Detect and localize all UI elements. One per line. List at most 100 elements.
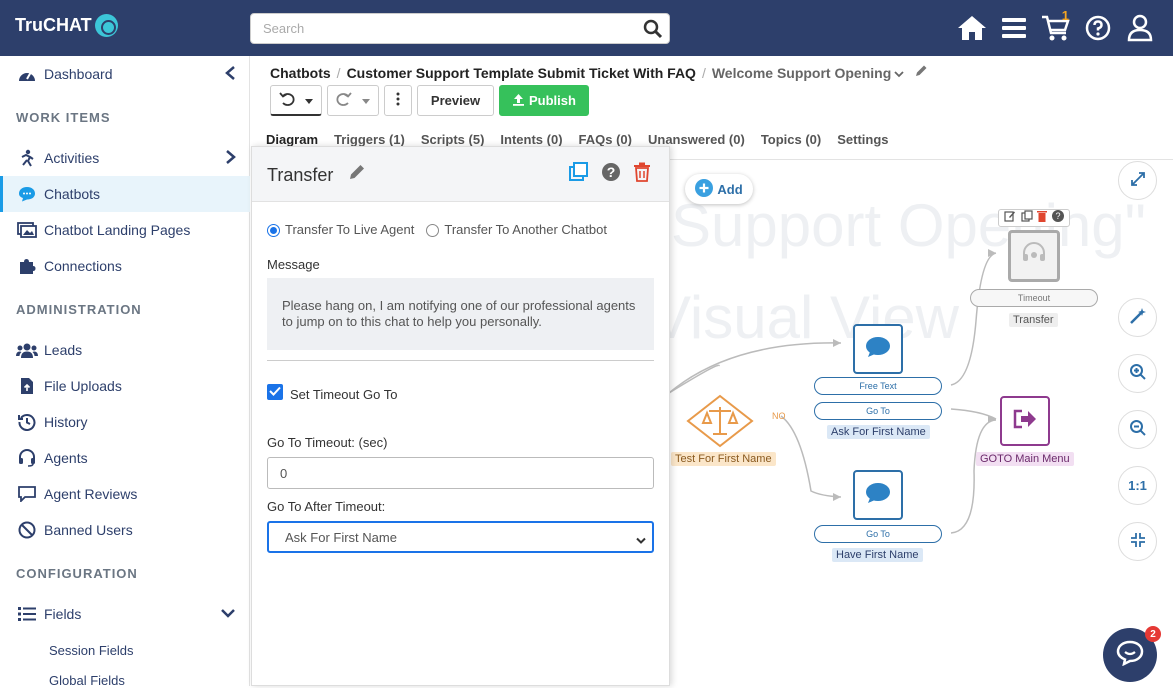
undo-button[interactable]	[270, 85, 322, 116]
search-icon[interactable]	[643, 19, 663, 44]
ask-first-name-label: Ask For First Name	[827, 425, 930, 439]
more-options-button[interactable]	[384, 85, 412, 116]
sidebar-item-activities[interactable]: Activities	[0, 140, 250, 176]
trash-icon[interactable]	[633, 162, 651, 187]
top-bar: TruCHAT 1	[0, 0, 1173, 56]
sidebar-item-banned-users[interactable]: Banned Users	[0, 512, 250, 548]
sidebar: Dashboard WORK ITEMS Activities Chatbots…	[0, 56, 250, 688]
transfer-node[interactable]	[1008, 230, 1060, 282]
reset-zoom-button[interactable]: 1:1	[1118, 466, 1157, 505]
publish-label: Publish	[529, 93, 576, 108]
help-icon[interactable]	[1083, 12, 1113, 44]
sidebar-subitem-session-fields[interactable]: Session Fields	[49, 643, 134, 658]
ask-first-name-node[interactable]	[853, 324, 903, 374]
zoom-controls	[1118, 161, 1157, 200]
vertical-dots-icon	[396, 92, 400, 109]
timeout-pill[interactable]: Timeout	[970, 289, 1098, 307]
trash-icon[interactable]	[1037, 209, 1048, 227]
after-timeout-value: Ask For First Name	[285, 529, 397, 545]
after-timeout-select[interactable]: Ask For First Name	[267, 521, 654, 553]
fullscreen-button[interactable]	[1118, 161, 1157, 200]
sidebar-label: Leads	[44, 342, 83, 358]
chat-bubbles-icon	[1116, 640, 1144, 671]
test-first-name-node[interactable]	[685, 393, 755, 449]
user-icon[interactable]	[1125, 12, 1155, 44]
edit-pencil-icon[interactable]	[914, 64, 928, 81]
toolbar: Preview Publish	[270, 85, 589, 116]
magic-wand-button[interactable]	[1118, 298, 1157, 337]
transfer-panel: Transfer ? Transfer To Live Agent Transf…	[251, 146, 670, 686]
chat-bubble-icon	[865, 336, 891, 363]
breadcrumb: Chatbots / Customer Support Template Sub…	[270, 64, 928, 81]
goto-main-menu-label: GOTO Main Menu	[976, 452, 1074, 466]
sidebar-item-dashboard[interactable]: Dashboard	[0, 56, 250, 92]
chevron-down-icon[interactable]	[220, 606, 236, 622]
users-icon	[16, 339, 38, 361]
breadcrumb-current[interactable]: Welcome Support Opening	[712, 65, 891, 81]
tab-topics[interactable]: Topics (0)	[761, 132, 821, 157]
sidebar-label: History	[44, 414, 88, 430]
zoom-in-button[interactable]	[1118, 354, 1157, 393]
duplicate-icon[interactable]	[569, 162, 589, 187]
sidebar-item-chatbot-landing-pages[interactable]: Chatbot Landing Pages	[0, 212, 250, 248]
collapse-chevron-icon[interactable]	[224, 65, 236, 84]
radio-label: Transfer To Another Chatbot	[444, 222, 607, 237]
preview-button[interactable]: Preview	[417, 85, 494, 116]
breadcrumb-separator: /	[336, 64, 341, 81]
sidebar-label: Fields	[44, 606, 82, 622]
breadcrumb-root[interactable]: Chatbots	[270, 65, 331, 81]
sidebar-item-chatbots[interactable]: Chatbots	[0, 176, 250, 212]
sidebar-item-connections[interactable]: Connections	[0, 248, 250, 284]
chat-notification-badge: 2	[1145, 626, 1161, 642]
redo-dropdown-icon[interactable]	[362, 93, 370, 108]
sidebar-item-file-uploads[interactable]: File Uploads	[0, 368, 250, 404]
zoom-out-button[interactable]	[1118, 410, 1157, 449]
sidebar-item-history[interactable]: History	[0, 404, 250, 440]
undo-icon	[279, 91, 295, 109]
logo-text: TruCHAT	[15, 15, 92, 35]
breadcrumb-bot[interactable]: Customer Support Template Submit Ticket …	[347, 65, 696, 81]
caret-down-icon[interactable]	[894, 65, 904, 81]
add-node-button[interactable]: Add	[685, 174, 753, 204]
magic-wand-icon	[1129, 307, 1147, 328]
panel-header: Transfer ?	[252, 147, 669, 202]
headset-icon	[1021, 241, 1047, 271]
fit-screen-button[interactable]	[1118, 522, 1157, 561]
help-circle-icon[interactable]: ?	[601, 162, 621, 187]
cart-icon[interactable]: 1	[1041, 8, 1071, 44]
timeout-seconds-input[interactable]: 0	[267, 457, 654, 489]
sidebar-item-leads[interactable]: Leads	[0, 332, 250, 368]
undo-dropdown-icon[interactable]	[305, 93, 313, 108]
search-input[interactable]	[251, 14, 631, 43]
goto-pill-2[interactable]: Go To	[814, 525, 942, 543]
free-text-pill[interactable]: Free Text	[814, 377, 942, 395]
sidebar-item-fields[interactable]: Fields	[0, 596, 250, 632]
home-icon[interactable]	[957, 12, 987, 44]
chevron-right-icon[interactable]	[224, 149, 236, 168]
radio-another-chatbot[interactable]: Transfer To Another Chatbot	[426, 222, 607, 238]
help-circle-icon[interactable]: ?	[1051, 209, 1064, 227]
svg-text:?: ?	[1055, 211, 1060, 221]
app-logo[interactable]: TruCHAT	[15, 14, 118, 37]
sidebar-item-agents[interactable]: Agents	[0, 440, 250, 476]
radio-selected-icon	[267, 224, 280, 238]
chat-bubble-icon	[865, 482, 891, 509]
zoom-in-icon	[1129, 363, 1147, 384]
timeout-checkbox[interactable]	[267, 384, 283, 400]
copy-icon[interactable]	[1021, 209, 1033, 227]
edit-pencil-icon[interactable]	[348, 165, 366, 185]
radio-live-agent[interactable]: Transfer To Live Agent	[267, 222, 414, 238]
headset-icon	[16, 447, 38, 469]
timeout-checkbox-label[interactable]: Set Timeout Go To	[290, 387, 397, 402]
redo-button[interactable]	[327, 85, 379, 116]
tab-settings[interactable]: Settings	[837, 132, 888, 157]
menu-icon[interactable]	[999, 12, 1029, 44]
sidebar-label: Activities	[44, 150, 100, 166]
sidebar-item-agent-reviews[interactable]: Agent Reviews	[0, 476, 250, 512]
edit-icon[interactable]	[1004, 209, 1016, 227]
have-first-name-node[interactable]	[853, 470, 903, 520]
publish-button[interactable]: Publish	[499, 85, 589, 116]
message-textarea[interactable]: Please hang on, I am notifying one of ou…	[267, 278, 654, 350]
goto-pill[interactable]: Go To	[814, 402, 942, 420]
goto-main-menu-node[interactable]	[1000, 396, 1050, 446]
